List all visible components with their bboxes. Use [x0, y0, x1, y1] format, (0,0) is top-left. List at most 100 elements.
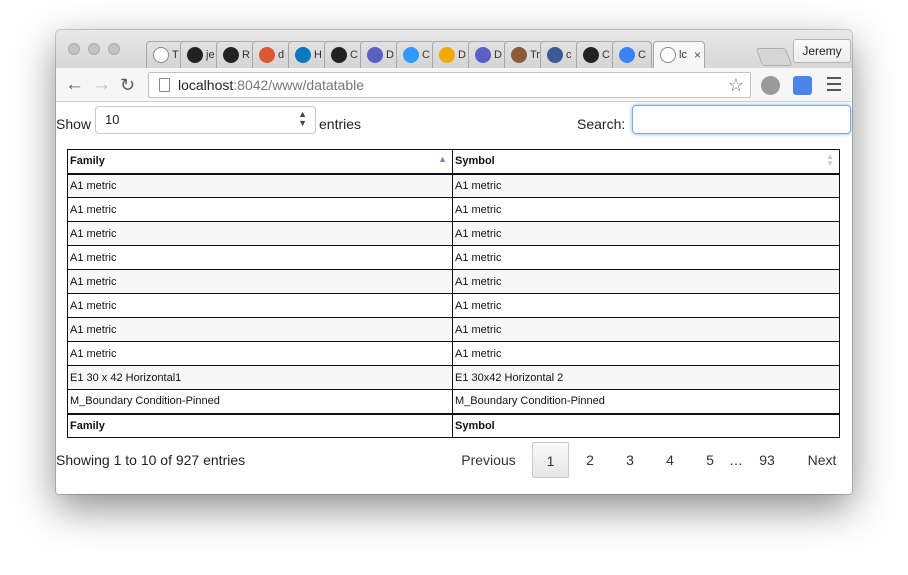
browser-tab[interactable]: Tr [504, 41, 544, 68]
page-button-93[interactable]: 93 [752, 442, 782, 478]
close-tab-icon[interactable]: × [694, 48, 701, 62]
tab-title: C [422, 49, 430, 61]
tab-title: c [566, 49, 572, 61]
page-button-1[interactable]: 1 [532, 442, 569, 478]
column-header-family[interactable]: Family ▲ [67, 149, 453, 175]
page-button-2[interactable]: 2 [575, 442, 605, 478]
page-icon [159, 78, 170, 92]
zoom-window-button[interactable] [108, 43, 120, 55]
table-info: Showing 1 to 10 of 927 entries [56, 452, 246, 468]
next-page-button[interactable]: Next [801, 442, 843, 478]
circle-icon [367, 47, 383, 63]
cell-family: M_Boundary Condition-Pinned [67, 389, 453, 414]
tab-title: D [386, 49, 394, 61]
forward-arrow-icon[interactable]: → [92, 74, 111, 96]
browser-window: Tje Rd H C D C D D Tr c C Clc × Jeremy ← → ↻ localho… [56, 30, 852, 494]
table-row: A1 metric A1 metric [67, 269, 840, 294]
search-label: Search: [577, 116, 626, 132]
cell-family: A1 metric [67, 293, 453, 318]
page-length-select[interactable]: 10 ▲ ▼ [95, 106, 316, 134]
browser-tab[interactable]: lc × [653, 41, 705, 68]
browser-tab[interactable]: d [252, 41, 292, 68]
duckduckgo-icon [259, 47, 275, 63]
table-row: A1 metric A1 metric [67, 221, 840, 246]
h-icon [547, 47, 563, 63]
cell-symbol: A1 metric [452, 269, 840, 294]
search-input[interactable] [632, 105, 851, 134]
browser-tab[interactable]: R [216, 41, 256, 68]
browser-tab[interactable]: D [468, 41, 508, 68]
table-row: A1 metric A1 metric [67, 341, 840, 366]
drupal-icon [295, 47, 311, 63]
cell-family: A1 metric [67, 197, 453, 222]
tab-title: C [350, 49, 358, 61]
github-icon [187, 47, 203, 63]
column-header-label: Family [70, 155, 105, 168]
browser-tab[interactable]: c [540, 41, 580, 68]
cell-symbol: A1 metric [452, 173, 840, 198]
title-bar: Tje Rd H C D C D D Tr c C Clc × Jeremy [56, 30, 852, 68]
tab-title: D [494, 49, 502, 61]
translate-icon[interactable] [793, 76, 812, 95]
extension-icon[interactable] [761, 76, 780, 95]
minimize-window-button[interactable] [88, 43, 100, 55]
column-header-symbol[interactable]: Symbol ▲ ▼ [452, 149, 840, 175]
diamond-icon [619, 47, 635, 63]
browser-tab[interactable]: C [576, 41, 616, 68]
page-content: Show 10 ▲ ▼ entries Search: Family ▲ Symb… [56, 102, 852, 494]
show-label: Show [56, 116, 92, 132]
cell-symbol: E1 30x42 Horizontal 2 [452, 365, 840, 390]
data-table: Family ▲ Symbol ▲ ▼ A1 metric A1 metric A1 … [67, 149, 840, 438]
squares-icon [403, 47, 419, 63]
github-icon [223, 47, 239, 63]
cell-family: A1 metric [67, 173, 453, 198]
cell-symbol: M_Boundary Condition-Pinned [452, 389, 840, 414]
url-host: localhost [178, 77, 234, 93]
close-window-button[interactable] [68, 43, 80, 55]
tab-title: C [638, 49, 646, 61]
back-arrow-icon[interactable]: ← [65, 74, 84, 96]
browser-tab[interactable]: C [324, 41, 364, 68]
circle-icon [475, 47, 491, 63]
cell-family: A1 metric [67, 221, 453, 246]
github-icon [583, 47, 599, 63]
new-tab-button[interactable] [755, 48, 793, 66]
page-length-value: 10 [105, 112, 120, 127]
browser-tab[interactable]: je [180, 41, 220, 68]
cell-symbol: A1 metric [452, 317, 840, 342]
table-row: E1 30 x 42 Horizontal1 E1 30x42 Horizonta… [67, 365, 840, 390]
column-footer-family: Family [67, 412, 453, 438]
browser-toolbar: ← → ↻ localhost:8042/www/datatable ☆ [56, 68, 852, 102]
browser-tab[interactable]: C [612, 41, 652, 68]
cell-family: A1 metric [67, 245, 453, 270]
page-icon [153, 47, 169, 63]
url-path: :8042/www/datatable [233, 77, 365, 93]
browser-tab[interactable]: C [396, 41, 436, 68]
table-body: A1 metric A1 metric A1 metric A1 metric A1 m… [67, 173, 840, 414]
tab-title: D [458, 49, 466, 61]
reload-icon[interactable]: ↻ [120, 74, 135, 96]
bookmark-star-icon[interactable]: ☆ [728, 75, 744, 96]
page-button-4[interactable]: 4 [655, 442, 685, 478]
page-button-5[interactable]: 5 [695, 442, 725, 478]
avatar-icon [511, 47, 527, 63]
sort-both-icon: ▲ ▼ [826, 152, 834, 168]
tab-title: T [172, 49, 179, 61]
tab-title: R [242, 49, 250, 61]
browser-tab[interactable]: H [288, 41, 328, 68]
page-button-3[interactable]: 3 [615, 442, 645, 478]
cell-symbol: A1 metric [452, 245, 840, 270]
cell-family: E1 30 x 42 Horizontal1 [67, 365, 453, 390]
profile-button[interactable]: Jeremy [793, 39, 851, 63]
menu-icon[interactable] [827, 77, 841, 95]
tab-title: d [278, 49, 285, 61]
browser-tab[interactable]: D [432, 41, 472, 68]
browser-tab[interactable]: D [360, 41, 400, 68]
previous-page-button[interactable]: Previous [456, 442, 521, 478]
tab-title: je [206, 49, 215, 61]
address-bar[interactable]: localhost:8042/www/datatable ☆ [148, 72, 751, 98]
fund-icon [439, 47, 455, 63]
cell-symbol: A1 metric [452, 293, 840, 318]
tab-title: lc [679, 49, 687, 61]
table-row: A1 metric A1 metric [67, 293, 840, 318]
